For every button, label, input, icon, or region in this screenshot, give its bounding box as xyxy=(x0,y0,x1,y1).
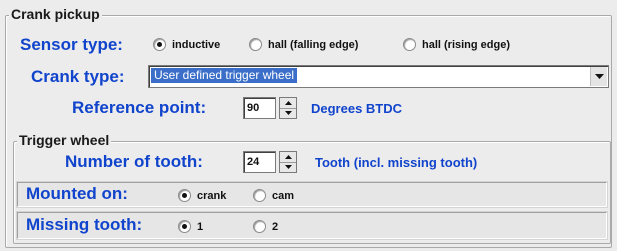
mounted-cam-label: cam xyxy=(272,189,295,202)
spin-up-icon[interactable] xyxy=(280,98,296,108)
radio-selected-icon xyxy=(153,38,166,51)
radio-unselected-icon xyxy=(253,189,266,202)
missing-tooth-2-radio[interactable]: 2 xyxy=(253,220,278,233)
crank-type-select[interactable]: User defined trigger wheel xyxy=(148,65,609,88)
radio-selected-icon xyxy=(178,220,191,233)
mounted-crank-radio[interactable]: crank xyxy=(178,189,226,202)
spin-buttons[interactable] xyxy=(279,97,297,119)
chevron-down-icon xyxy=(594,73,604,79)
missing-tooth-label: Missing tooth: xyxy=(26,215,143,234)
mounted-on-label: Mounted on: xyxy=(26,184,128,203)
number-of-tooth-input[interactable]: 24 xyxy=(243,151,276,173)
dropdown-button[interactable] xyxy=(590,67,607,86)
sensor-hall-falling-radio[interactable]: hall (falling edge) xyxy=(249,38,358,51)
reference-point-spinner[interactable]: 90 xyxy=(243,97,297,119)
sensor-hall-rising-label: hall (rising edge) xyxy=(422,38,511,51)
sensor-inductive-radio[interactable]: inductive xyxy=(153,38,220,51)
spin-buttons[interactable] xyxy=(279,151,297,173)
crank-type-label: Crank type: xyxy=(31,67,125,86)
spin-up-icon[interactable] xyxy=(280,152,296,162)
radio-unselected-icon xyxy=(253,220,266,233)
spin-down-icon[interactable] xyxy=(280,107,296,119)
crank-type-value: User defined trigger wheel xyxy=(151,68,298,83)
settings-panel: Crank pickup Sensor type: inductive hall… xyxy=(0,0,617,251)
missing-tooth-2-label: 2 xyxy=(272,220,279,233)
radio-unselected-icon xyxy=(249,38,262,51)
number-of-tooth-label: Number of tooth: xyxy=(65,152,203,171)
sensor-hall-rising-radio[interactable]: hall (rising edge) xyxy=(403,38,510,51)
reference-point-label: Reference point: xyxy=(72,98,207,117)
radio-unselected-icon xyxy=(403,38,416,51)
number-of-tooth-spinner[interactable]: 24 xyxy=(243,151,297,173)
spin-down-icon[interactable] xyxy=(280,161,296,173)
reference-point-unit: Degrees BTDC xyxy=(311,101,403,116)
reference-point-input[interactable]: 90 xyxy=(243,97,276,119)
missing-tooth-1-label: 1 xyxy=(197,220,204,233)
mounted-cam-radio[interactable]: cam xyxy=(253,189,294,202)
crank-pickup-title: Crank pickup xyxy=(9,6,102,22)
sensor-type-label: Sensor type: xyxy=(20,35,123,54)
radio-selected-icon xyxy=(178,189,191,202)
trigger-wheel-title: Trigger wheel xyxy=(17,132,112,148)
sensor-hall-falling-label: hall (falling edge) xyxy=(268,38,359,51)
number-of-tooth-unit: Tooth (incl. missing tooth) xyxy=(315,155,478,170)
sensor-inductive-label: inductive xyxy=(172,38,221,51)
mounted-crank-label: crank xyxy=(197,189,227,202)
missing-tooth-1-radio[interactable]: 1 xyxy=(178,220,203,233)
